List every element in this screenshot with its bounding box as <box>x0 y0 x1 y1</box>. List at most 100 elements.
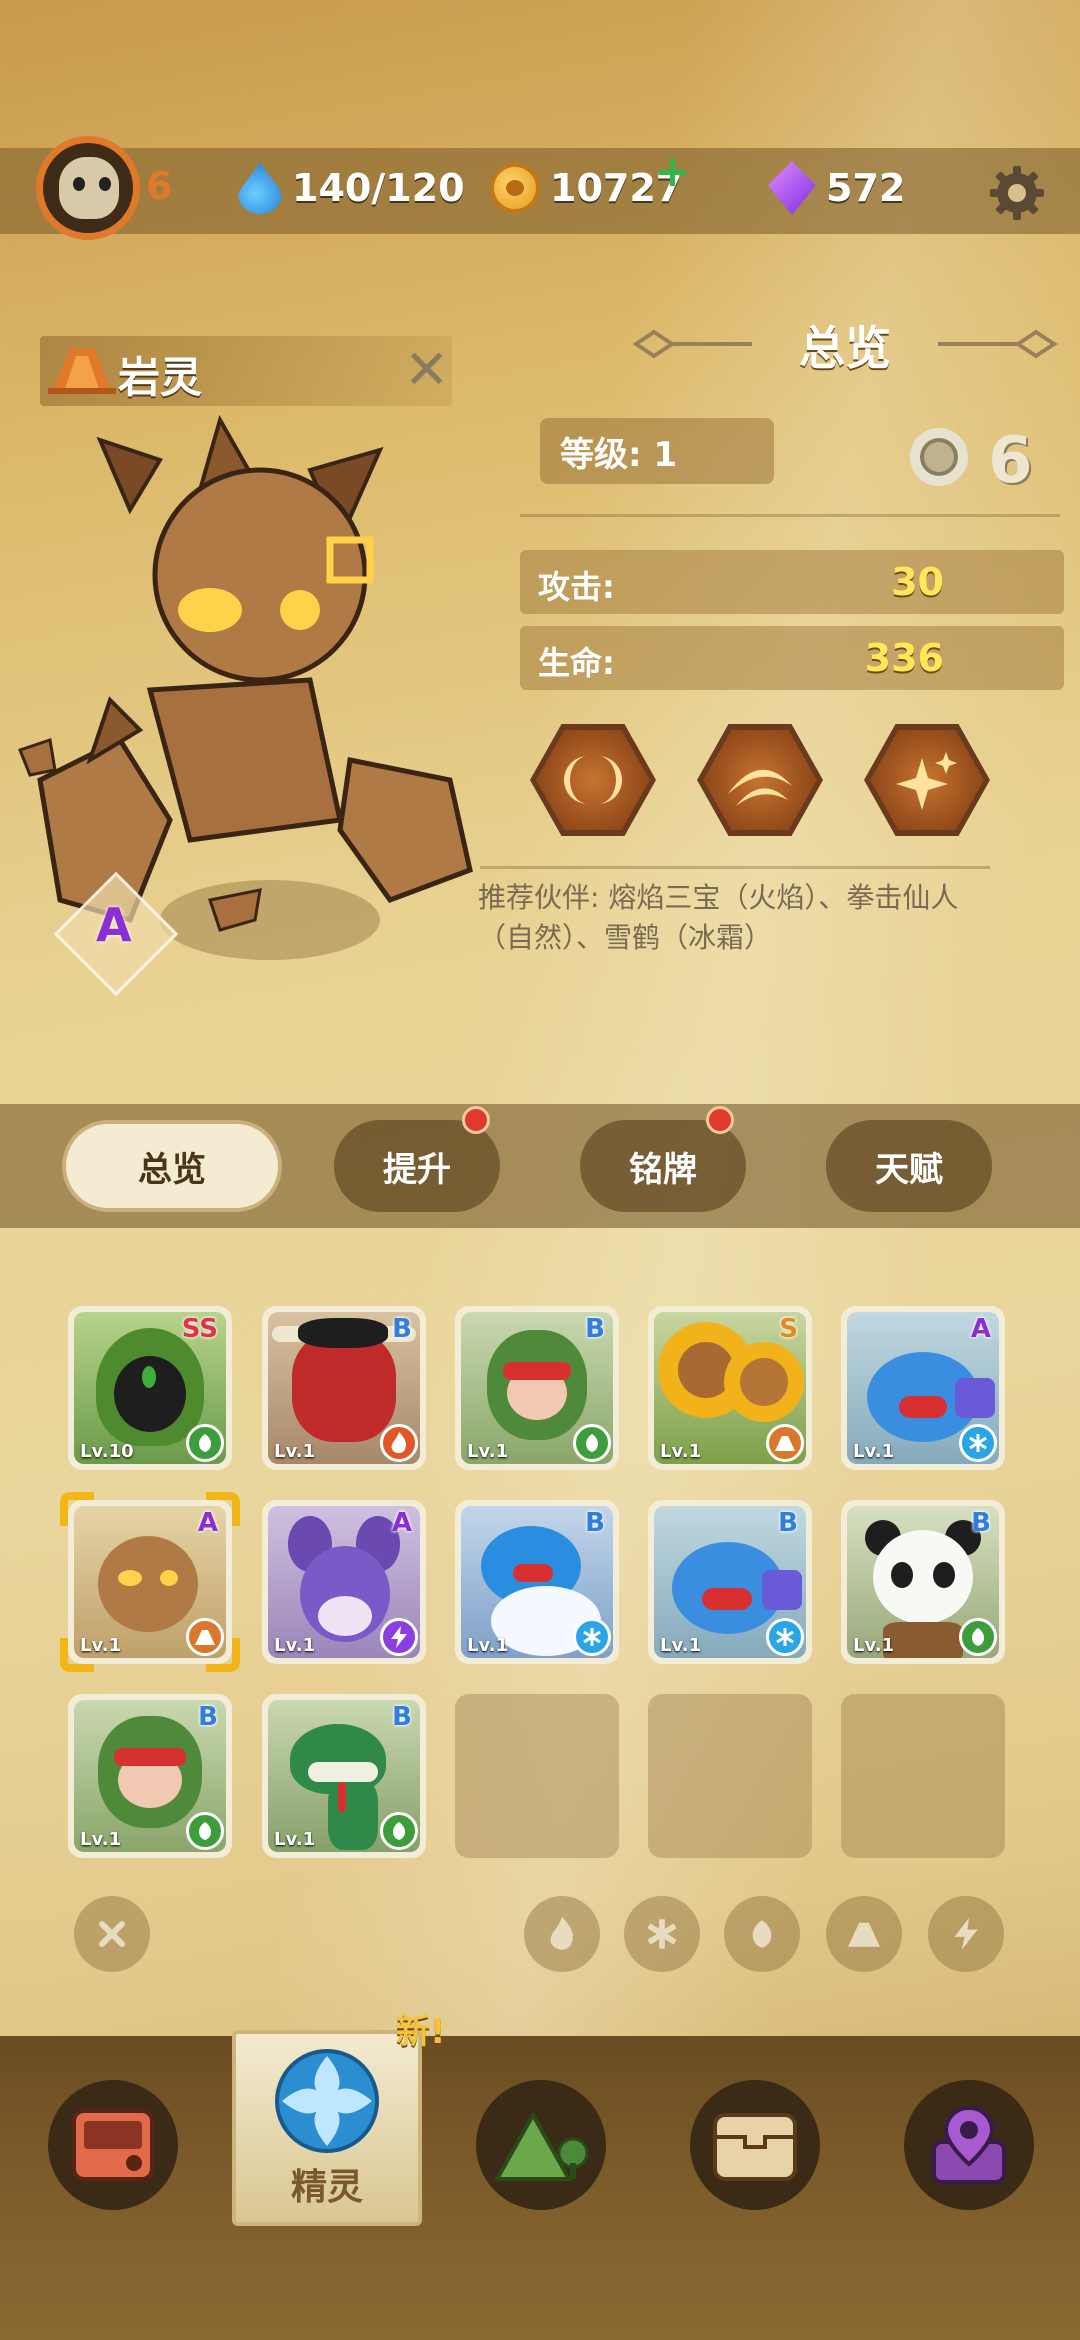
hp-stat-row: 生命: 336 <box>520 626 1064 690</box>
creature-level: Lv.1 <box>853 1441 895 1462</box>
ice-snowflake-icon <box>573 1618 611 1656</box>
hero-level: 等级: 1 <box>540 418 774 484</box>
nav-location-button[interactable] <box>904 2080 1034 2210</box>
close-icon[interactable]: ✕ <box>404 338 449 401</box>
filter-ice-button[interactable] <box>624 1896 700 1972</box>
creature-rank: B <box>585 1508 605 1538</box>
creature-rank: B <box>392 1702 412 1732</box>
creature-level: Lv.1 <box>853 1635 895 1656</box>
treasure-chest-icon <box>713 2113 797 2181</box>
creature-level: Lv.1 <box>274 1829 316 1850</box>
creature-card[interactable]: SS Lv.10 <box>68 1306 232 1470</box>
creature-card[interactable]: B Lv.1 <box>68 1694 232 1858</box>
energy-value: 140/120 <box>292 166 465 210</box>
creature-rank: B <box>971 1508 991 1538</box>
nature-leaf-icon <box>186 1424 224 1462</box>
overview-title: 总览 <box>799 321 891 375</box>
attack-label: 攻击: <box>538 568 615 606</box>
creature-card[interactable]: B Lv.1 <box>262 1694 426 1858</box>
ice-snowflake-icon <box>766 1618 804 1656</box>
close-icon <box>99 1921 125 1947</box>
mountains-icon <box>493 2110 589 2181</box>
selection-corner <box>60 1638 94 1672</box>
filter-fire-button[interactable] <box>524 1896 600 1972</box>
paw-coin-icon <box>490 163 540 213</box>
creature-card[interactable]: B Lv.1 <box>841 1500 1005 1664</box>
creature-level: Lv.1 <box>660 1635 702 1656</box>
mountain-icon <box>848 1922 880 1947</box>
avatar-eye <box>99 177 111 191</box>
purple-gem-icon <box>768 161 816 215</box>
creature-card[interactable]: A Lv.1 <box>841 1306 1005 1470</box>
attack-stat-row: 攻击: 30 <box>520 550 1064 614</box>
lightning-icon <box>380 1618 418 1656</box>
creature-card[interactable]: A Lv.1 <box>262 1500 426 1664</box>
skill-3-sparkle-button[interactable] <box>864 724 990 836</box>
empty-creature-slot <box>455 1694 619 1858</box>
avatar-eye <box>73 177 85 191</box>
hp-value: 336 <box>864 636 944 680</box>
nav-shop-button[interactable] <box>48 2080 178 2210</box>
energy-counter: 140/120 <box>238 160 465 216</box>
tab-nameplate-notification-dot <box>706 1106 734 1134</box>
gem-counter: 572 <box>768 160 905 216</box>
creature-rank: B <box>585 1314 605 1344</box>
creature-level: Lv.1 <box>274 1635 316 1656</box>
creature-rank: B <box>778 1508 798 1538</box>
creature-level: Lv.1 <box>467 1441 509 1462</box>
empty-creature-slot <box>648 1694 812 1858</box>
creature-rank: B <box>198 1702 218 1732</box>
creature-card[interactable]: S Lv.1 <box>648 1306 812 1470</box>
nature-leaf-icon <box>380 1812 418 1850</box>
nav-map-button[interactable] <box>476 2080 606 2210</box>
arc-slash-skill-icon <box>728 769 792 806</box>
creature-rank: B <box>392 1314 412 1344</box>
creature-card[interactable]: B Lv.1 <box>648 1500 812 1664</box>
settings-gear-icon[interactable] <box>988 164 1046 222</box>
creature-level: Lv.1 <box>660 1441 702 1462</box>
earth-element-icon <box>48 348 116 394</box>
skill-2-arc-button[interactable] <box>697 724 823 836</box>
creature-rank: A <box>391 1508 412 1538</box>
earth-mountain-icon <box>766 1424 804 1462</box>
nature-leaf-icon <box>959 1618 997 1656</box>
skill-1-crescent-button[interactable] <box>530 724 656 836</box>
gem-value: 572 <box>826 166 906 210</box>
nature-leaf-icon <box>573 1424 611 1462</box>
nav-inventory-button[interactable] <box>690 2080 820 2210</box>
creature-level: Lv.1 <box>80 1829 122 1850</box>
creature-card[interactable]: B Lv.1 <box>455 1500 619 1664</box>
title-ornament-right <box>938 329 1058 359</box>
clear-filter-button[interactable] <box>74 1896 150 1972</box>
crescent-skill-icon <box>564 756 622 804</box>
attack-value: 30 <box>891 560 944 604</box>
hero-name: 岩灵 <box>118 353 203 402</box>
title-ornament-left <box>632 329 752 359</box>
equipment-six-icon[interactable]: 6 <box>988 424 1033 498</box>
spirit-swirl-icon <box>275 2049 379 2153</box>
creature-rank: S <box>779 1314 798 1344</box>
fire-icon <box>380 1424 418 1462</box>
creature-card[interactable]: B Lv.1 <box>262 1306 426 1470</box>
nature-leaf-icon <box>186 1812 224 1850</box>
location-pin-icon <box>932 2105 1006 2184</box>
selection-corner <box>206 1638 240 1672</box>
lightning-icon <box>954 1918 978 1950</box>
selection-corner <box>60 1492 94 1526</box>
filter-lightning-button[interactable] <box>928 1896 1004 1972</box>
tab-overview[interactable]: 总览 <box>62 1120 282 1212</box>
tab-talent[interactable]: 天赋 <box>826 1120 992 1212</box>
avatar-face <box>59 157 119 219</box>
hp-label: 生命: <box>538 644 615 682</box>
shop-counter-icon <box>72 2109 154 2181</box>
creature-card[interactable]: B Lv.1 <box>455 1306 619 1470</box>
filter-earth-button[interactable] <box>826 1896 902 1972</box>
new-badge: 新! <box>396 2012 446 2052</box>
snowflake-icon <box>647 1919 677 1949</box>
ring-icon[interactable] <box>910 428 968 486</box>
filter-nature-button[interactable] <box>724 1896 800 1972</box>
creature-rank: A <box>970 1314 991 1344</box>
tab-upgrade-notification-dot <box>462 1106 490 1134</box>
player-avatar[interactable] <box>36 136 140 240</box>
add-coins-plus-icon[interactable]: + <box>654 146 691 197</box>
